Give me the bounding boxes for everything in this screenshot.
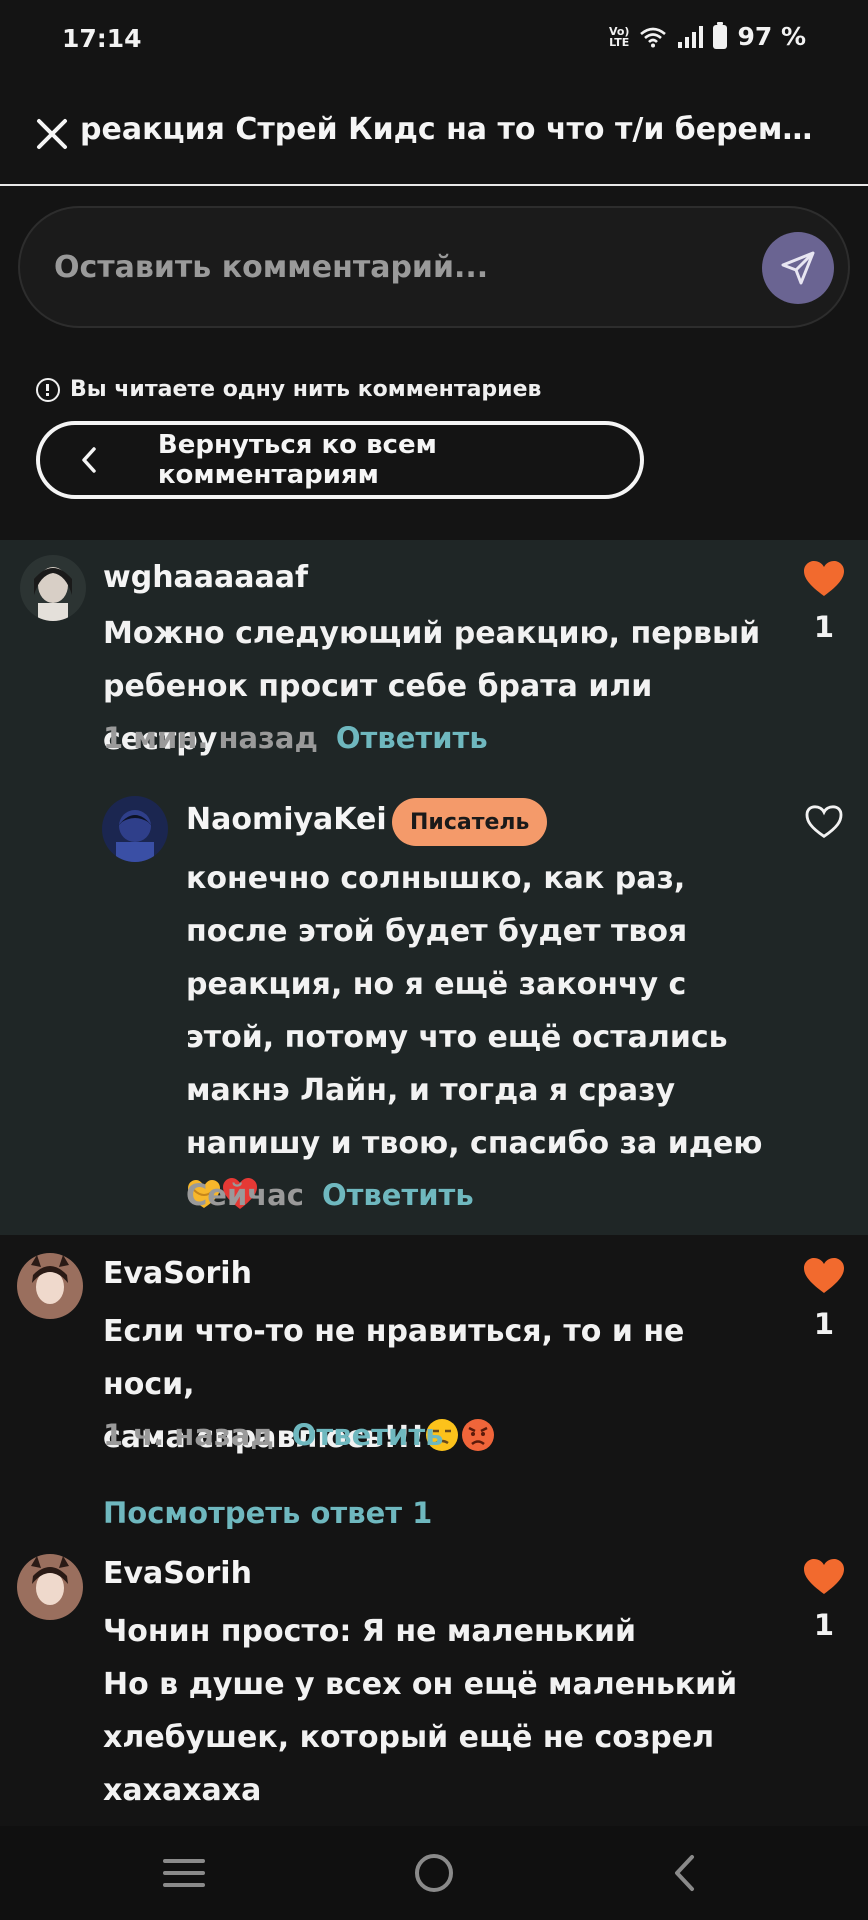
header: реакция Стрей Кидс на то что т/и беремен…	[0, 82, 868, 186]
recent-apps-button[interactable]	[144, 1842, 224, 1904]
status-time: 17:14	[62, 24, 142, 53]
like-count: 1	[813, 1608, 835, 1642]
comment-text: конечно солнышко, как раз, после этой бу…	[186, 852, 766, 1223]
avatar[interactable]	[102, 796, 168, 862]
like-button[interactable]	[802, 805, 846, 839]
reply-button[interactable]: Ответить	[292, 1418, 444, 1452]
like-button[interactable]: 1	[802, 1558, 846, 1642]
like-button[interactable]: 1	[802, 560, 846, 644]
status-bar: 17:14 Vo) LTE 97 %	[0, 0, 868, 82]
wifi-icon	[640, 27, 667, 47]
close-icon	[37, 119, 67, 149]
view-replies-link[interactable]: Посмотреть ответ 1	[103, 1496, 432, 1530]
comment-username[interactable]: NaomiyaKei	[186, 802, 387, 837]
like-count: 1	[813, 610, 835, 644]
close-button[interactable]	[30, 112, 74, 156]
comment-time: 1 ч. назад	[103, 1418, 274, 1452]
comment-time: Сейчас	[186, 1178, 304, 1212]
home-button[interactable]	[394, 1842, 474, 1904]
battery-percent: 97 %	[737, 22, 806, 51]
comment-username[interactable]: EvaSorih	[103, 1256, 252, 1291]
back-icon	[675, 1855, 694, 1891]
menu-icon	[163, 1859, 205, 1887]
system-nav-bar	[0, 1826, 868, 1920]
heart-outline-icon	[805, 805, 843, 839]
back-button[interactable]	[644, 1842, 724, 1904]
like-button[interactable]: 1	[802, 1257, 846, 1341]
send-button[interactable]	[762, 232, 834, 304]
heart-icon	[804, 561, 844, 596]
back-to-all-comments-label: Вернуться ко всем комментариям	[157, 430, 437, 490]
reply-button[interactable]: Ответить	[322, 1178, 474, 1212]
comment-text: Чонин просто: Я не маленький Но в душе у…	[103, 1614, 738, 1808]
page-title: реакция Стрей Кидс на то что т/и беремен…	[80, 112, 830, 147]
info-icon	[36, 377, 60, 402]
comment-meta: 1 ч. назад Ответить	[103, 1418, 444, 1452]
comment-input[interactable]: Оставить комментарий...	[18, 206, 850, 328]
writer-badge: Писатель	[392, 798, 548, 846]
reply-button[interactable]: Ответить	[336, 721, 488, 755]
angry-face-emoji	[462, 1419, 495, 1451]
comment-meta: Сейчас Ответить	[186, 1178, 474, 1212]
status-icons: Vo) LTE 97 %	[608, 21, 806, 51]
avatar[interactable]	[17, 1253, 83, 1319]
avatar[interactable]	[17, 1554, 83, 1620]
thread-notice: Вы читаете одну нить комментариев	[36, 377, 541, 402]
heart-icon	[804, 1258, 844, 1293]
avatar[interactable]	[20, 555, 86, 621]
send-icon	[781, 251, 815, 285]
like-count: 1	[813, 1307, 835, 1341]
comment-input-placeholder: Оставить комментарий...	[54, 250, 489, 285]
comment-username[interactable]: EvaSorih	[103, 1556, 252, 1591]
signal-icon	[678, 25, 704, 48]
chevron-left-icon	[82, 447, 96, 473]
home-icon	[415, 1854, 453, 1892]
thread-notice-text: Вы читаете одну нить комментариев	[70, 377, 542, 402]
comment-username[interactable]: wghaaaaaaf	[103, 560, 308, 595]
heart-icon	[804, 1559, 844, 1594]
comment-meta: 1 мин. назад Ответить	[103, 721, 488, 755]
back-to-all-comments-button[interactable]: Вернуться ко всем комментариям	[36, 421, 644, 499]
battery-icon	[713, 21, 728, 49]
comment-time: 1 мин. назад	[103, 721, 318, 755]
volte-icon: Vo) LTE	[608, 24, 630, 49]
